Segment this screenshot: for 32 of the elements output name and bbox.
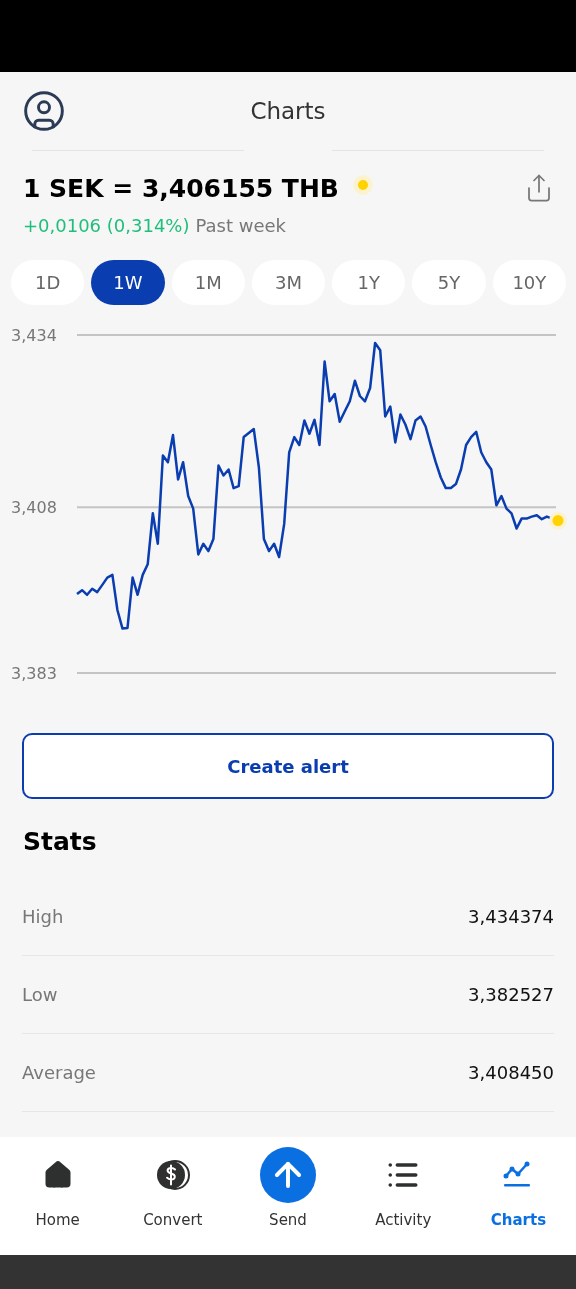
stat-value: 3,434374 (468, 906, 554, 927)
stat-label: High (22, 906, 64, 927)
stat-label: Average (22, 1062, 96, 1083)
send-icon (260, 1147, 316, 1203)
nav-item[interactable]: Activity (345, 1137, 461, 1255)
coins-icon (155, 1159, 190, 1191)
create-alert-button[interactable]: Create alert (22, 733, 554, 799)
nav-item[interactable]: Send (230, 1137, 346, 1255)
axis-label: 3,434 (11, 326, 57, 345)
nav-item[interactable]: Convert (115, 1137, 231, 1255)
live-indicator-icon (352, 175, 373, 195)
stat-value: 3,408450 (468, 1062, 554, 1083)
page-title: Charts (250, 98, 326, 124)
range-tab[interactable]: 10Y (492, 260, 566, 305)
exchange-rate: 1 SEK = 3,406155 THB (23, 173, 339, 203)
stat-label: Low (22, 984, 58, 1005)
range-tab[interactable]: 1D (11, 260, 85, 305)
home-icon (42, 1160, 73, 1190)
period-label: Past week (195, 215, 286, 236)
axis-label: 3,383 (11, 664, 57, 683)
stats-heading: Stats (22, 826, 98, 858)
range-tab[interactable]: 3M (251, 260, 326, 305)
range-tab[interactable]: 1M (171, 260, 245, 305)
axis-label: 3,408 (11, 498, 57, 518)
range-tab[interactable]: 1Y (332, 260, 406, 305)
nav-item[interactable]: Home (0, 1137, 116, 1255)
current-point (549, 511, 567, 530)
stat-value: 3,382527 (468, 984, 554, 1005)
range-tab[interactable]: 5Y (412, 260, 486, 305)
range-tab[interactable]: 1W (91, 260, 165, 305)
rate-change: +0,0106 (0,314%) (23, 215, 190, 236)
nav-item[interactable]: Charts (460, 1137, 576, 1255)
